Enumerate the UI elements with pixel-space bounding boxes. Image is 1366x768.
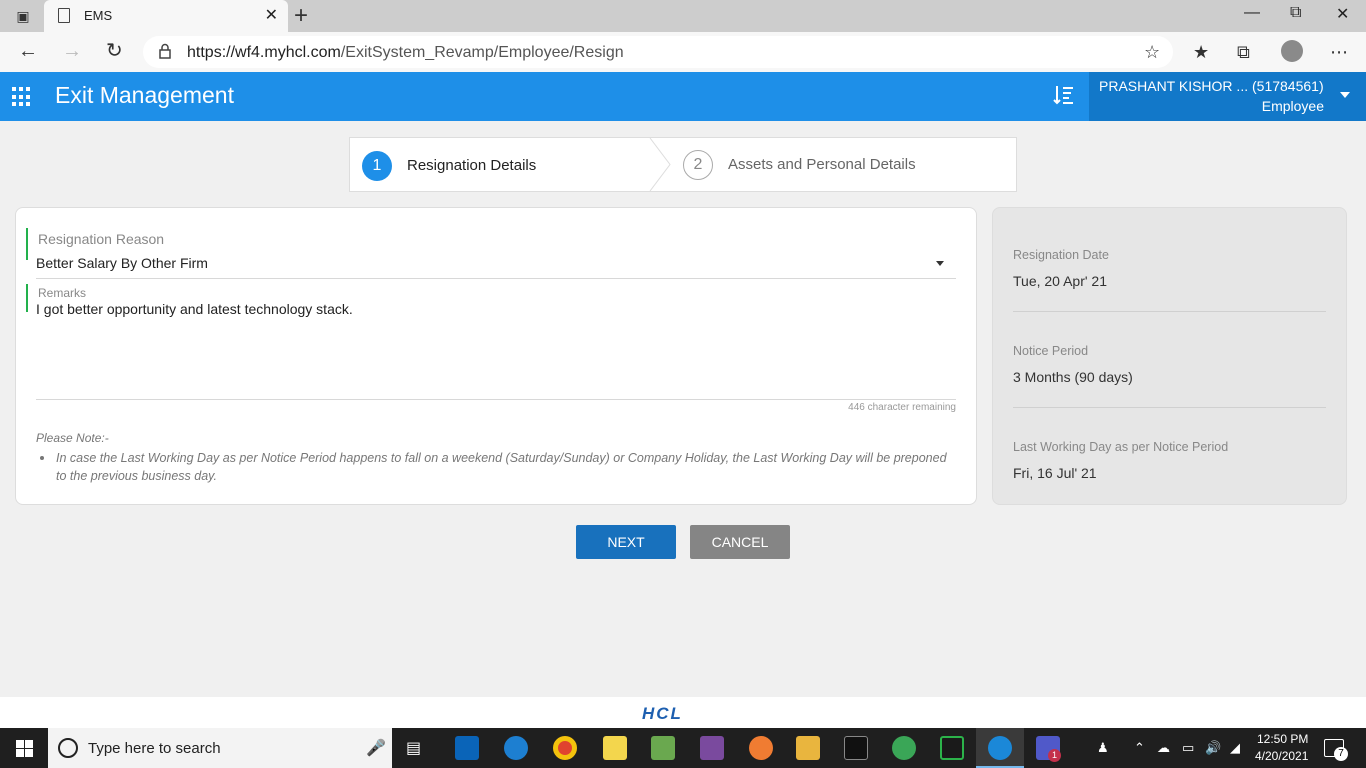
close-window-icon[interactable]: ✕	[1336, 4, 1349, 24]
s-app-icon[interactable]	[940, 736, 964, 760]
chevron-down-icon[interactable]	[1340, 92, 1350, 98]
wifi-icon[interactable]: ◢	[1230, 740, 1240, 756]
divider	[1013, 311, 1326, 312]
globe-icon[interactable]	[892, 736, 916, 760]
user-role: Employee	[1261, 98, 1324, 114]
windows-taskbar: Type here to search 🎤 ▤ 1 ♟ ⌃ ☁ ▭ 🔊 ◢ 12…	[0, 728, 1366, 768]
chrome-icon[interactable]	[553, 736, 577, 760]
remarks-label: Remarks	[38, 286, 87, 300]
hcl-logo: HCL	[642, 704, 683, 723]
field-underline	[36, 278, 956, 279]
clock-time[interactable]: 12:50 PM	[1257, 732, 1308, 746]
restore-icon[interactable]: ⧉	[1290, 4, 1301, 22]
bullet	[40, 456, 44, 460]
battery-icon[interactable]: ▭	[1182, 740, 1194, 756]
show-hidden-icons-icon[interactable]: ⌃	[1134, 740, 1145, 756]
more-options-icon[interactable]: ⋯	[1330, 42, 1348, 63]
forward-icon[interactable]: →	[62, 40, 82, 62]
field-accent	[26, 284, 28, 312]
browser-tab[interactable]: EMS ✕	[44, 0, 288, 32]
microphone-icon[interactable]: 🎤	[366, 738, 386, 758]
url-text: https://wf4.myhcl.com/ExitSystem_Revamp/…	[187, 44, 624, 61]
summary-label: Resignation Date	[1013, 248, 1109, 262]
summary-value: 3 Months (90 days)	[1013, 369, 1133, 385]
char-counter: 446 character remaining	[848, 402, 956, 413]
field-accent	[26, 228, 28, 260]
step-label: Resignation Details	[407, 157, 537, 174]
cancel-button[interactable]: CANCEL	[690, 525, 790, 559]
note-text: In case the Last Working Day as per Noti…	[56, 451, 947, 483]
page-footer: HCL	[0, 697, 1366, 728]
add-favorite-icon[interactable]: ☆	[1144, 42, 1160, 63]
step-number[interactable]: 2	[683, 150, 713, 180]
reason-label: Resignation Reason	[38, 231, 165, 247]
cortana-icon	[58, 738, 78, 758]
resignation-summary: Resignation Date Tue, 20 Apr' 21 Notice …	[992, 207, 1347, 505]
new-tab-icon[interactable]: +	[294, 2, 308, 30]
collections-icon[interactable]: ⧉	[1237, 42, 1250, 63]
minimize-icon[interactable]: —	[1244, 4, 1260, 22]
refresh-icon[interactable]: ↻	[106, 40, 123, 62]
notification-count: 7	[1334, 747, 1348, 761]
divider	[1013, 407, 1326, 408]
network-off-icon[interactable]: ☁	[1157, 740, 1170, 756]
app-header: Exit Management PRASHANT KISHOR ... (517…	[0, 72, 1366, 121]
address-toolbar: ← → ↻ https://wf4.myhcl.com/ExitSystem_R…	[0, 32, 1366, 72]
remarks-textarea[interactable]: I got better opportunity and latest tech…	[36, 301, 353, 317]
game-icon[interactable]	[700, 736, 724, 760]
command-prompt-icon[interactable]	[844, 736, 868, 760]
summary-label: Notice Period	[1013, 344, 1089, 358]
user-menu[interactable]: PRASHANT KISHOR ... (51784561) Employee	[1089, 72, 1366, 121]
search-placeholder: Type here to search	[88, 740, 221, 757]
sticky-notes-icon[interactable]	[603, 736, 627, 760]
note-title: Please Note:-	[36, 431, 109, 445]
apps-grid-icon[interactable]	[12, 87, 32, 107]
task-view-icon[interactable]: ▤	[406, 738, 421, 758]
edge-icon[interactable]	[988, 736, 1012, 760]
tool-icon[interactable]	[749, 736, 773, 760]
favorites-icon[interactable]: ★	[1193, 42, 1209, 63]
summary-value: Fri, 16 Jul' 21	[1013, 465, 1097, 481]
volume-icon[interactable]: 🔊	[1205, 740, 1221, 756]
progress-stepper: 1 Resignation Details 2 Assets and Perso…	[349, 137, 1017, 192]
url-bar[interactable]: https://wf4.myhcl.com/ExitSystem_Revamp/…	[143, 36, 1173, 68]
resignation-form: Resignation Reason Better Salary By Othe…	[15, 207, 977, 505]
summary-value: Tue, 20 Apr' 21	[1013, 273, 1107, 289]
close-tab-icon[interactable]: ✕	[265, 5, 278, 25]
user-name: PRASHANT KISHOR ... (51784561)	[1099, 78, 1324, 94]
dropdown-caret-icon[interactable]	[936, 261, 944, 266]
lock-icon	[159, 43, 171, 59]
back-icon[interactable]: ←	[18, 40, 38, 62]
app-title: Exit Management	[55, 82, 234, 108]
summary-label: Last Working Day as per Notice Period	[1013, 440, 1229, 454]
next-button[interactable]: NEXT	[576, 525, 676, 559]
internet-explorer-icon[interactable]	[504, 736, 528, 760]
step-resignation-details[interactable]: 1 Resignation Details	[350, 138, 650, 191]
step-number: 1	[362, 151, 392, 181]
sort-icon[interactable]	[1052, 83, 1076, 107]
tab-title: EMS	[84, 8, 113, 23]
profile-avatar[interactable]	[1281, 40, 1303, 62]
step-separator	[649, 138, 671, 191]
people-icon[interactable]: ♟	[1097, 740, 1109, 756]
clock-date[interactable]: 4/20/2021	[1255, 749, 1308, 763]
taskbar-search[interactable]: Type here to search 🎤	[48, 728, 392, 768]
teams-badge: 1	[1048, 749, 1061, 762]
browser-tab-bar: ▣ EMS ✕ + — ⧉ ✕	[0, 0, 1366, 32]
reason-select[interactable]: Better Salary By Other Firm	[36, 255, 208, 271]
windows-start-icon[interactable]	[16, 740, 33, 757]
step-label[interactable]: Assets and Personal Details	[728, 156, 916, 173]
page-icon	[58, 8, 70, 23]
tab-actions-icon[interactable]: ▣	[14, 7, 32, 25]
notepad-icon[interactable]	[651, 736, 675, 760]
outlook-icon[interactable]	[455, 736, 479, 760]
field-underline	[36, 399, 956, 400]
file-explorer-icon[interactable]	[796, 736, 820, 760]
